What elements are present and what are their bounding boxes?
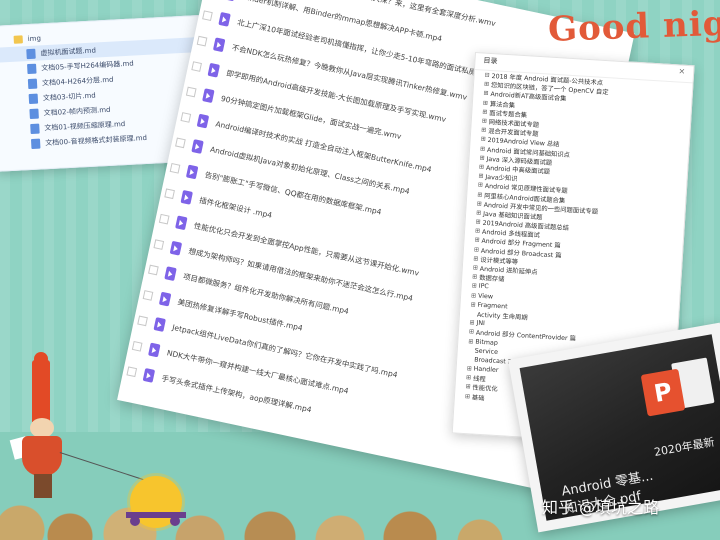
checkbox[interactable] (202, 9, 213, 21)
character-body (22, 436, 62, 476)
headline: Good night (547, 2, 720, 50)
file-name: 虚拟机面试题.md (40, 45, 97, 57)
markdown-file-icon (30, 123, 40, 134)
markdown-file-icon (28, 93, 39, 104)
checkbox[interactable] (169, 162, 181, 174)
video-file-icon (196, 113, 210, 128)
video-file-icon (164, 265, 177, 281)
toc-item-label: View (477, 292, 494, 301)
video-file-icon (148, 342, 161, 357)
checkbox[interactable] (148, 264, 159, 275)
video-file-icon (207, 62, 221, 78)
checkbox[interactable] (185, 86, 197, 97)
close-icon[interactable]: × (678, 66, 685, 75)
markdown-file-icon (27, 63, 37, 74)
video-file-icon (169, 240, 183, 256)
toc-title: 目录 (483, 56, 498, 66)
checkbox[interactable] (126, 365, 138, 377)
powerpoint-icon: P (640, 368, 686, 417)
video-file-icon (218, 11, 231, 27)
checkbox[interactable] (175, 137, 186, 148)
file-name: 文档04-H264分层.md (41, 75, 114, 87)
toc-item-label: 线程 (472, 375, 486, 384)
video-file-icon (180, 189, 194, 205)
toc-item-label: Handler (473, 365, 499, 375)
toc-item-label: 基础 (471, 394, 485, 402)
photo-caption-line1: 2020年最新 (653, 435, 716, 459)
markdown-file-icon (27, 78, 38, 89)
grass-decoration (0, 490, 520, 540)
hat-pompom-illustration (34, 352, 48, 366)
toc-item-label: 数据存储 (478, 274, 505, 284)
checkbox[interactable] (137, 315, 149, 326)
folder-icon (13, 34, 23, 44)
markdown-file-icon (26, 48, 36, 59)
wheel-right (170, 516, 180, 526)
video-file-icon (158, 291, 172, 307)
checkbox[interactable] (191, 60, 203, 72)
watermark: 知乎 @填坑之路 (542, 498, 660, 517)
checkbox[interactable] (142, 289, 154, 301)
video-file-icon (175, 214, 188, 230)
checkbox[interactable] (131, 340, 143, 352)
video-file-icon (202, 87, 215, 103)
markdown-file-icon (30, 138, 41, 149)
checkbox[interactable] (158, 213, 170, 225)
toc-item-label: JNI (476, 319, 486, 328)
file-name: 文档03-切片.md (42, 91, 96, 102)
file-name: 文档01-视频压缩原理.md (44, 119, 126, 132)
wheel-left (130, 516, 140, 526)
video-file-icon (185, 164, 199, 179)
video-file-icon (213, 36, 226, 52)
toc-item-label: IPC (478, 283, 489, 291)
video-file-icon (191, 138, 204, 154)
toc-item-label: Bitmap (475, 338, 499, 347)
photo-content: P 2020年最新 Android 零基... 知识大全.pdf (519, 334, 720, 521)
hat-illustration (32, 360, 50, 422)
video-file-icon (153, 316, 167, 332)
markdown-file-icon (29, 108, 39, 119)
file-name: 文档00-音视频格式封装原理.md (44, 133, 148, 147)
file-name: 文档02-帧内预测.md (43, 105, 111, 117)
video-file-icon (142, 367, 156, 383)
character-head (30, 418, 54, 438)
checkbox[interactable] (153, 238, 165, 250)
checkbox[interactable] (196, 35, 208, 46)
character-legs (34, 474, 52, 498)
file-name: img (27, 33, 42, 43)
checkbox[interactable] (180, 111, 192, 123)
checkbox[interactable] (164, 187, 176, 199)
toc-item-label: Service (474, 347, 499, 356)
video-file-icon (223, 0, 237, 1)
